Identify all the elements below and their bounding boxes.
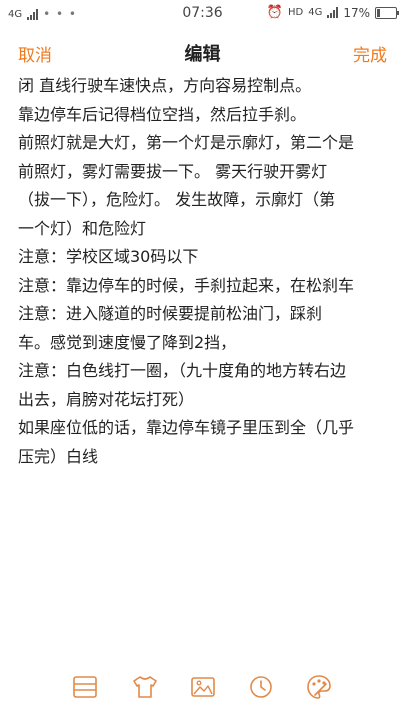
- note-line: 前照灯就是大灯，第一个灯是示廓灯，第二个是: [18, 133, 355, 152]
- note-line: 车。感觉到速度慢了降到2挡，: [18, 332, 237, 352]
- note-line: 出去，肩膀对花坛打死）: [18, 389, 195, 409]
- battery-fill: [377, 8, 380, 17]
- shirt-icon[interactable]: [130, 672, 160, 702]
- signal-icon-right: [327, 7, 339, 18]
- bottom-toolbar: [0, 664, 405, 712]
- done-button[interactable]: 完成: [353, 41, 387, 66]
- clock-icon[interactable]: [246, 672, 276, 702]
- battery-percent: 17%: [343, 5, 370, 20]
- note-line: 前照灯，雾灯需要拔一下。 雾天行驶开雾灯: [18, 161, 328, 181]
- note-line: 一个灯）和危险灯: [18, 218, 147, 238]
- note-line: 注意：白色线打一圈，（九十度角的地方转右边: [18, 361, 347, 380]
- battery-icon: [375, 6, 399, 19]
- alarm-clock-icon: ⏰: [266, 5, 283, 20]
- palette-icon[interactable]: [304, 672, 334, 702]
- note-line: 靠边停车后记得档位空挡，然后拉手刹。: [18, 104, 307, 124]
- page-title: 编辑: [184, 44, 221, 65]
- note-line: 注意：进入隧道的时候要提前松油门，踩刹: [18, 304, 323, 323]
- status-bar: 4G • • • 07:36 ⏰ HD 4G 17%: [0, 0, 405, 28]
- note-line: 闭 直线行驶车速快点，方向容易控制点。: [18, 76, 312, 95]
- note-line: 如果座位低的话，靠边停车镜子里压到全（几乎: [18, 418, 355, 437]
- nav-bar: 取消 编辑 完成: [0, 28, 405, 74]
- status-right: ⏰ HD 4G 17%: [266, 5, 399, 20]
- note-line: （拔一下），危险灯。 发生故障，示廓灯（第: [18, 190, 336, 209]
- note-line: 注意：学校区域30码以下: [18, 247, 199, 266]
- note-line: 压完）白线: [18, 446, 99, 466]
- list-icon[interactable]: [70, 672, 100, 702]
- note-editor[interactable]: 闭 直线行驶车速快点，方向容易控制点。 靠边停车后记得档位空挡，然后拉手刹。前照灯…: [18, 72, 393, 612]
- network-type-right: 4G: [308, 7, 323, 18]
- image-icon[interactable]: [188, 672, 218, 702]
- note-line: 注意：靠边停车的时候，手刹拉起来，在松刹车: [18, 275, 355, 295]
- hd-label: HD: [287, 7, 304, 18]
